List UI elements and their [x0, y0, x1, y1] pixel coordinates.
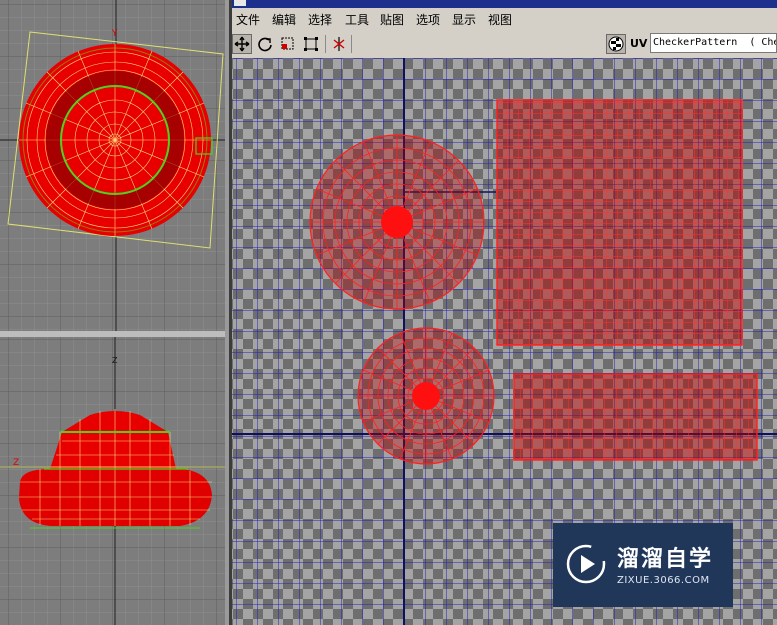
menu-options[interactable]: 选项	[416, 11, 440, 28]
freeform-tool-button[interactable]	[301, 34, 321, 54]
menu-edit[interactable]: 编辑	[272, 11, 296, 28]
freeform-icon	[304, 37, 318, 51]
uv-channel-label[interactable]: UV	[630, 37, 647, 50]
top-axis-label: Y	[111, 29, 118, 39]
top-viewport-canvas: Y	[0, 0, 225, 331]
rotate-icon	[258, 37, 272, 52]
uv-island-rect-large[interactable]	[496, 99, 743, 346]
viewport-front[interactable]: Z Z	[0, 337, 225, 625]
menu-bar: 文件 编辑 选择 工具 贴图 选项 显示 视图	[232, 8, 777, 31]
uv-island-rect-small[interactable]	[513, 373, 758, 461]
window-icon	[234, 0, 246, 6]
move-tool-button[interactable]	[232, 34, 252, 54]
menu-mapping[interactable]: 贴图	[380, 11, 404, 28]
show-checker-button[interactable]	[606, 34, 626, 54]
watermark-logo-icon	[566, 544, 606, 584]
toolbar-separator	[325, 35, 326, 53]
front-axis-label-left: Z	[13, 458, 19, 468]
menu-select[interactable]: 选择	[308, 11, 332, 28]
texture-dropdown[interactable]: CheckerPattern ( Che	[650, 33, 777, 53]
rotate-tool-button[interactable]	[255, 34, 275, 54]
watermark-title: 溜溜自学	[617, 547, 714, 572]
menu-display[interactable]: 显示	[452, 11, 476, 28]
uv-toolbar: UV CheckerPattern ( Che	[232, 30, 777, 58]
front-viewport-canvas: Z Z	[0, 337, 225, 625]
menu-view[interactable]: 视图	[488, 11, 512, 28]
edit-uvw-window: 文件 编辑 选择 工具 贴图 选项 显示 视图 UV CheckerPatter…	[232, 0, 777, 625]
uv-island-circle-large[interactable]	[309, 134, 485, 310]
checker-sphere-icon	[608, 36, 624, 52]
window-title-bar[interactable]	[232, 0, 777, 8]
menu-tools[interactable]: 工具	[345, 11, 369, 28]
toolbar-separator	[351, 35, 352, 53]
scale-icon	[281, 37, 294, 50]
mirror-icon	[333, 37, 345, 51]
menu-file[interactable]: 文件	[236, 11, 260, 28]
viewport-top[interactable]: Y	[0, 0, 225, 331]
watermark: 溜溜自学 ZIXUE.3066.COM	[553, 523, 733, 607]
mirror-tool-button[interactable]	[329, 34, 349, 54]
scale-tool-button[interactable]	[278, 34, 298, 54]
front-axis-label-top: Z	[112, 356, 118, 365]
move-icon	[234, 36, 250, 52]
uv-island-circle-small[interactable]	[357, 327, 495, 465]
watermark-url: ZIXUE.3066.COM	[617, 575, 710, 586]
